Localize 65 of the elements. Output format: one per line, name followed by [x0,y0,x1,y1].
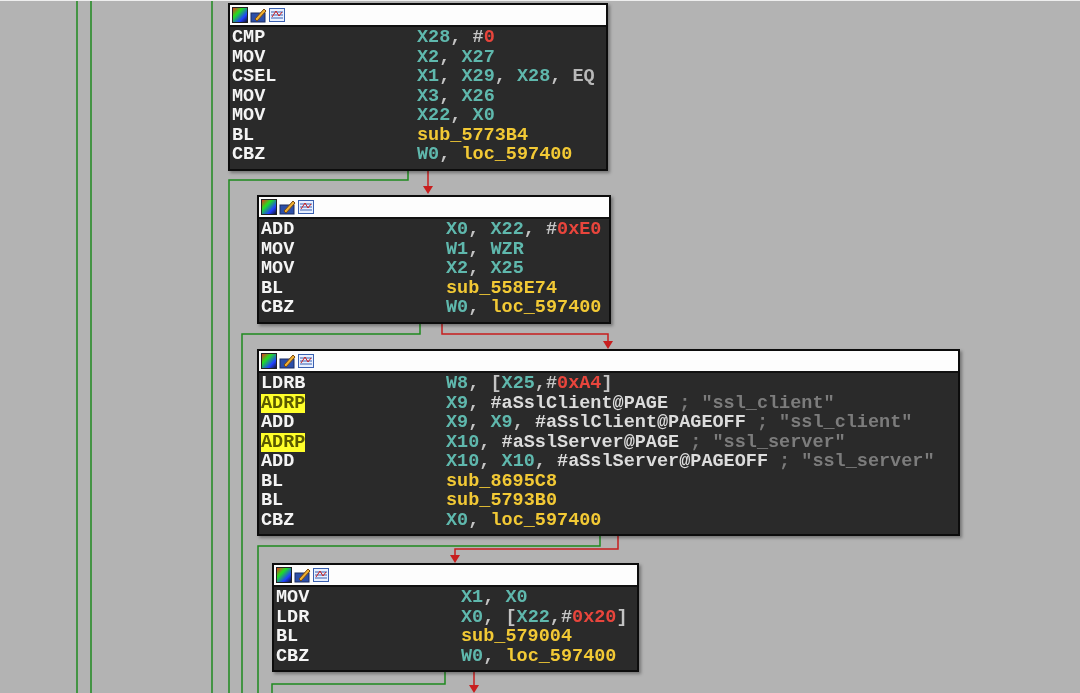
instruction-mnemonic: MOV [232,106,266,126]
code-block[interactable]: MOV X1, X0 LDR X0, [X22,#0x20] BL sub_579004 CBZ W0, loc_597400 [272,563,639,672]
instruction-operands: sub_558E74 [446,278,558,298]
instruction-operands: X1, X0 [461,588,528,608]
instruction-mnemonic: MOV [261,239,295,259]
instruction-mnemonic: CBZ [261,298,295,318]
instruction-mnemonic: BL [261,491,284,511]
instruction-operands: sub_5773B4 [417,125,529,145]
pencil-icon[interactable] [279,199,296,215]
instruction-mnemonic: CMP [232,28,266,48]
instruction-mnemonic: BL [261,278,284,298]
instruction-mnemonic: ADD [261,452,295,472]
graph-icon[interactable] [298,353,314,369]
code-block[interactable]: ADD X0, X22, #0xE0 MOV W1, WZR MOV X2, X25 BL sub_558E74 CBZ W0, loc_597400 [257,195,611,324]
instruction-operands: X2, X25 [446,259,524,279]
gradient-square-icon[interactable] [261,353,277,369]
instruction-operands: X0, X22, #0xE0 [446,220,602,240]
instruction-mnemonic: CSEL [232,67,277,87]
instruction-operands: X22, X0 [417,106,495,126]
gradient-square-icon[interactable] [232,7,248,23]
graph-icon[interactable] [313,567,329,583]
instruction-operands: X9, X9, #aSslClient@PAGEOFF ; "ssl_client" [446,413,913,433]
instruction-operands: W8, [X25,#0xA4] [446,374,613,394]
pencil-icon[interactable] [279,353,296,369]
instruction-mnemonic: MOV [261,259,295,279]
instruction-mnemonic: BL [261,471,284,491]
instruction-operands: X0, [X22,#0x20] [461,607,628,627]
instruction-operands: X9, #aSslClient@PAGE ; "ssl_client" [446,393,835,413]
instruction-operands: W0, loc_597400 [461,646,617,666]
instruction-mnemonic: BL [232,125,255,145]
code-block[interactable] [257,349,960,536]
instruction-operands: X0, loc_597400 [446,510,602,530]
instruction-operands: W0, loc_597400 [417,145,573,165]
instruction-operands: W1, WZR [446,239,524,259]
instruction-operands: X10, X10, #aSslServer@PAGEOFF ; "ssl_server" [446,452,935,472]
instruction-operands: X2, X27 [417,47,495,67]
pencil-icon[interactable] [250,7,267,23]
instruction-mnemonic: CBZ [261,510,295,530]
instruction-mnemonic: ADD [261,220,295,240]
instruction-operands: X1, X29, X28, EQ [417,67,595,87]
gradient-square-icon[interactable] [276,567,292,583]
instruction-mnemonic: MOV [276,588,310,608]
gradient-square-icon[interactable] [261,199,277,215]
code-block[interactable]: CMP X28, #0 MOV X2, X27 CSEL X1, X29, X28, EQ MOV X3, X26 MOV X22, X0 BL sub_5773B4 CBZ W0, loc_597400 [228,3,608,171]
instruction-mnemonic: CBZ [232,145,266,165]
instruction-operands: sub_5793B0 [446,491,558,511]
instruction-operands: sub_579004 [461,627,573,647]
flow-arrow [469,669,479,693]
instruction-mnemonic: ADRP [261,432,306,452]
instruction-operands: X28, #0 [417,28,495,48]
graph-icon[interactable] [298,199,314,215]
pencil-icon[interactable] [294,567,311,583]
instruction-mnemonic: LDRB [261,374,306,394]
instruction-operands: X3, X26 [417,86,495,106]
instruction-mnemonic: MOV [232,47,266,67]
instruction-operands: X10, #aSslServer@PAGE ; "ssl_server" [446,432,846,452]
instruction-operands: W0, loc_597400 [446,298,602,318]
instruction-operands: sub_8695C8 [446,471,558,491]
instruction-mnemonic: ADD [261,413,295,433]
instruction-mnemonic: MOV [232,86,266,106]
instruction-mnemonic: ADRP [261,393,306,413]
instruction-mnemonic: BL [276,627,299,647]
instruction-mnemonic: CBZ [276,646,310,666]
instruction-mnemonic: LDR [276,607,310,627]
graph-icon[interactable] [269,7,285,23]
